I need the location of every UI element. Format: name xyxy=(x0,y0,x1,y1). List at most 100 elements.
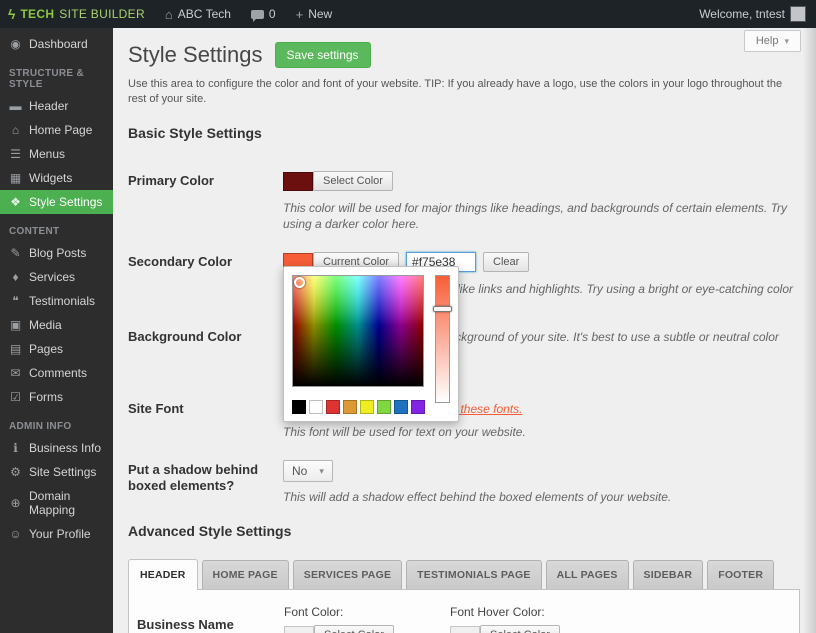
preview-fonts-link[interactable]: d these fonts. xyxy=(450,402,522,416)
sidebar-item-media[interactable]: ▣ Media xyxy=(0,313,113,337)
sidebar-item-label: Domain Mapping xyxy=(29,489,76,517)
new-label: New xyxy=(308,7,333,21)
sidebar-item-site-settings[interactable]: ⚙ Site Settings xyxy=(0,460,113,484)
palette-swatch-yellow[interactable] xyxy=(360,400,374,414)
sidebar-item-business-info[interactable]: ℹ Business Info xyxy=(0,436,113,460)
info-icon: ℹ xyxy=(13,441,18,455)
site-font-row: Site Font Not sure what looks good? Read… xyxy=(128,399,800,440)
gauge-icon: ◉ xyxy=(10,37,21,51)
palette-swatch-purple[interactable] xyxy=(411,400,425,414)
sidebar-item-style-settings[interactable]: ❖ Style Settings xyxy=(0,190,113,214)
palette-swatch-red[interactable] xyxy=(326,400,340,414)
sidebar-item-label: Home Page xyxy=(29,123,93,137)
saturation-value-square[interactable] xyxy=(292,275,424,387)
sidebar-item-header[interactable]: ▬ Header xyxy=(0,94,113,118)
sidebar-item-label: Pages xyxy=(29,342,64,356)
sidebar-item-comments[interactable]: ✉ Comments xyxy=(0,361,113,385)
sidebar-item-label: Business Info xyxy=(29,441,102,455)
comment-icon: ✉ xyxy=(10,366,21,380)
sidebar-item-label: Forms xyxy=(29,390,63,404)
sidebar-item-dashboard[interactable]: ◉ Dashboard xyxy=(0,32,113,56)
tab-header[interactable]: HEADER xyxy=(128,559,198,590)
lightning-bolt-icon: ϟ xyxy=(8,6,16,22)
pages-icon: ▤ xyxy=(9,342,22,356)
sidebar-item-label: Blog Posts xyxy=(29,246,87,260)
palette-swatch-green[interactable] xyxy=(377,400,391,414)
comments-icon xyxy=(250,9,264,22)
welcome-text: Welcome, tntest xyxy=(699,7,785,21)
shadow-select-value: No xyxy=(292,464,308,478)
sidebar-item-widgets[interactable]: ▦ Widgets xyxy=(0,166,113,190)
font-hover-color-swatch[interactable] xyxy=(450,625,480,633)
sidebar-item-domain-mapping[interactable]: ⊕ Domain Mapping xyxy=(0,484,113,522)
home-icon: ⌂ xyxy=(164,6,173,22)
header-icon: ▬ xyxy=(9,99,22,113)
admin-topbar: ϟ TECH SITE BUILDER ⌂ ABC Tech 0 + New W… xyxy=(0,0,816,28)
font-hover-color-label: Font Hover Color: xyxy=(450,605,545,619)
sidebar-section-structure-style: STRUCTURE & STYLE xyxy=(9,68,84,90)
shade-slider-handle[interactable] xyxy=(433,306,452,312)
page-intro: Use this area to configure the color and… xyxy=(128,78,783,105)
sidebar-item-label: Site Settings xyxy=(29,465,97,479)
quote-icon: ❝ xyxy=(12,294,19,308)
sidebar-section-admin-info: ADMIN INFO xyxy=(9,421,72,432)
save-settings-button[interactable]: Save settings xyxy=(274,42,371,68)
forms-icon: ☑ xyxy=(10,390,21,404)
logo-text-primary: TECH xyxy=(20,7,55,21)
tab-services-page[interactable]: SERVICES PAGE xyxy=(292,560,403,589)
avatar xyxy=(790,6,806,22)
primary-color-swatch[interactable] xyxy=(283,171,313,191)
sidebar-item-your-profile[interactable]: ☺ Your Profile xyxy=(0,522,113,546)
help-button[interactable]: Help ▾ xyxy=(743,30,801,52)
tab-home-page[interactable]: HOME PAGE xyxy=(201,560,289,589)
font-color-select-button[interactable]: Select Color xyxy=(314,625,394,633)
palette-swatch-white[interactable] xyxy=(309,400,323,414)
palette-swatch-blue[interactable] xyxy=(394,400,408,414)
advanced-settings-heading: Advanced Style Settings xyxy=(128,523,292,539)
pencil-icon: ✎ xyxy=(10,246,21,260)
shadow-select[interactable]: No ▾ xyxy=(283,460,333,482)
palette-swatch-black[interactable] xyxy=(292,400,306,414)
picker-selection-marker[interactable] xyxy=(294,277,305,288)
secondary-color-label: Secondary Color xyxy=(128,254,233,269)
sidebar-item-label: Testimonials xyxy=(29,294,96,308)
sidebar-item-pages[interactable]: ▤ Pages xyxy=(0,337,113,361)
home-icon: ⌂ xyxy=(11,123,20,137)
font-hover-color-group: Font Hover Color: Select Color xyxy=(450,605,560,633)
font-color-swatch[interactable] xyxy=(284,625,314,633)
topbar-account-menu[interactable]: Welcome, tntest xyxy=(689,0,816,28)
shade-slider-strip[interactable] xyxy=(433,275,452,403)
secondary-color-row: Secondary Color Current Color Clear This… xyxy=(128,252,800,313)
topbar-new-button[interactable]: + New xyxy=(286,0,343,28)
shadow-row: Put a shadow behind boxed elements? No ▾… xyxy=(128,460,800,505)
topbar-comments[interactable]: 0 xyxy=(241,0,286,28)
font-color-label: Font Color: xyxy=(284,605,344,619)
site-font-description: This font will be used for text on your … xyxy=(283,425,526,439)
page-title: Style Settings xyxy=(128,42,263,67)
sidebar-item-label: Services xyxy=(29,270,76,284)
sidebar-item-blog-posts[interactable]: ✎ Blog Posts xyxy=(0,241,113,265)
tab-testimonials-page[interactable]: TESTIMONIALS PAGE xyxy=(406,560,542,589)
clear-color-button[interactable]: Clear xyxy=(483,252,530,272)
sidebar-item-services[interactable]: ♦ Services xyxy=(0,265,113,289)
sidebar-item-label: Style Settings xyxy=(29,195,103,209)
font-hover-color-select-button[interactable]: Select Color xyxy=(480,625,560,633)
header-tab-panel: Business Name Font Color: Select Color F… xyxy=(128,589,800,633)
widgets-icon: ▦ xyxy=(9,171,22,185)
primary-select-color-button[interactable]: Select Color xyxy=(313,171,393,191)
topbar-site-link[interactable]: ⌂ ABC Tech xyxy=(155,0,241,28)
sidebar-item-testimonials[interactable]: ❝ Testimonials xyxy=(0,289,113,313)
app-logo[interactable]: ϟ TECH SITE BUILDER xyxy=(0,0,155,28)
sidebar-item-forms[interactable]: ☑ Forms xyxy=(0,385,113,409)
sidebar-item-label: Media xyxy=(29,318,62,332)
sidebar-item-home-page[interactable]: ⌂ Home Page xyxy=(0,118,113,142)
business-name-label: Business Name xyxy=(137,617,234,632)
tab-footer[interactable]: FOOTER xyxy=(707,560,775,589)
tab-sidebar[interactable]: SIDEBAR xyxy=(632,560,704,589)
tab-all-pages[interactable]: ALL PAGES xyxy=(545,560,629,589)
menus-icon: ☰ xyxy=(10,147,21,161)
sidebar-item-label: Your Profile xyxy=(29,527,91,541)
primary-color-row: Primary Color Select Color This color wi… xyxy=(128,171,800,232)
palette-swatch-orange[interactable] xyxy=(343,400,357,414)
sidebar-item-menus[interactable]: ☰ Menus xyxy=(0,142,113,166)
